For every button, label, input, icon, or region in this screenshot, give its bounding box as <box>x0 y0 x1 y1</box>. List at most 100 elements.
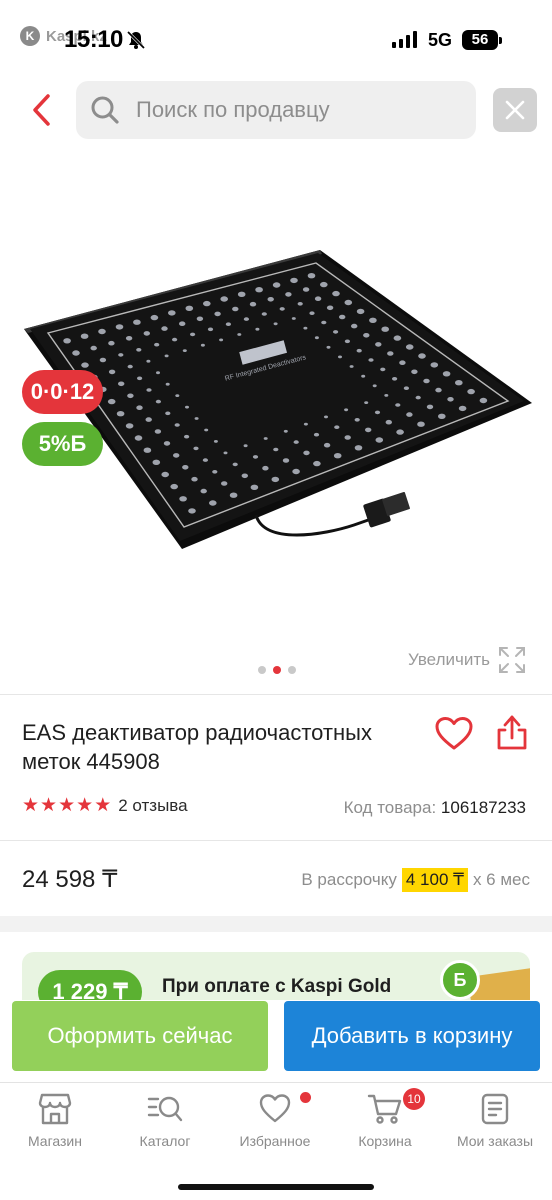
product-dot <box>221 481 228 486</box>
product-dot <box>243 317 249 321</box>
product-dot <box>262 465 269 471</box>
product-dot <box>282 458 290 463</box>
product-dot <box>263 437 268 440</box>
bonus-amount-badge: 1 229 ₸ <box>38 970 142 1000</box>
product-dot <box>136 405 143 410</box>
product-dot <box>209 500 217 506</box>
product-dot <box>203 300 211 307</box>
divider <box>0 840 552 841</box>
search-bar[interactable] <box>76 81 476 139</box>
product-dot <box>455 380 463 386</box>
product-dot <box>223 451 228 455</box>
nav-label-catalog: Каталог <box>139 1133 191 1149</box>
product-dot <box>170 483 178 490</box>
product-dot <box>356 308 365 315</box>
product-dot <box>292 468 300 475</box>
product-dot <box>188 508 196 514</box>
home-indicator <box>178 1184 374 1190</box>
share-icon <box>497 715 527 750</box>
product-dot <box>339 314 346 320</box>
bonus-symbol: Б <box>70 431 87 456</box>
product-dot <box>196 316 204 322</box>
star-icon: ★ <box>58 795 76 816</box>
installment-amount: 4 100 ₸ <box>401 868 468 892</box>
product-dot <box>344 339 350 344</box>
product-dot <box>212 470 218 474</box>
product-dot <box>467 388 475 395</box>
product-dot <box>98 328 106 335</box>
product-dot <box>207 327 214 332</box>
product-dot <box>173 453 180 458</box>
buy-now-button[interactable]: Оформить сейчас <box>12 1001 268 1071</box>
product-dot <box>127 393 134 399</box>
product-dot <box>273 322 278 326</box>
nav-label-cart: Корзина <box>358 1133 412 1149</box>
product-dot <box>344 299 353 306</box>
product-dot <box>438 413 446 419</box>
product-dot <box>146 388 152 392</box>
product-dot <box>143 331 150 336</box>
product-dot <box>213 440 218 443</box>
product-dot <box>344 435 351 440</box>
nav-label-store: Магазин <box>27 1133 82 1149</box>
product-dot <box>249 301 257 307</box>
product-dot <box>447 397 454 402</box>
back-button[interactable] <box>22 88 62 132</box>
favorite-button[interactable] <box>434 716 474 752</box>
product-gallery[interactable]: RF Integrated Deactivators 0·0·12 5%Б <box>0 150 552 690</box>
product-dot <box>261 312 267 316</box>
product-dot <box>314 296 322 301</box>
cellular-signal-icon <box>392 31 417 48</box>
product-dot <box>372 384 377 388</box>
kaspi-gold-promo[interactable]: 1 229 ₸ При оплате с Kaspi Gold Б <box>22 952 530 1000</box>
add-to-cart-button[interactable]: Добавить в корзину <box>284 1001 540 1071</box>
nav-item-favorites[interactable]: Избранное <box>220 1093 330 1149</box>
product-dot <box>302 287 310 292</box>
product-dot <box>458 405 467 412</box>
close-search-button[interactable] <box>493 88 537 132</box>
bottom-navigation: Магазин Каталог Избранное Корзина Мои за… <box>0 1082 552 1200</box>
product-dot <box>375 437 384 443</box>
nav-item-orders[interactable]: Мои заказы <box>440 1093 550 1149</box>
product-dot <box>313 432 320 437</box>
product-dot <box>182 465 189 470</box>
section-separator <box>0 916 552 932</box>
search-input[interactable] <box>136 97 456 123</box>
search-icon <box>91 96 119 124</box>
product-dot <box>185 405 189 409</box>
promo-text: При оплате с Kaspi Gold <box>162 976 392 997</box>
catalog-icon <box>147 1096 183 1122</box>
product-dot <box>385 419 392 425</box>
product-dot <box>297 302 303 306</box>
product-dot <box>332 290 340 297</box>
product-dot <box>179 496 187 502</box>
nav-item-catalog[interactable]: Каталог <box>110 1093 220 1149</box>
heart-icon <box>259 1094 291 1123</box>
product-dot <box>411 369 418 375</box>
product-dot <box>361 374 366 378</box>
rating-row[interactable]: ★ ★ ★ ★ ★ 2 отзыва <box>22 796 188 816</box>
product-dot <box>165 411 171 416</box>
product-dot <box>293 440 299 444</box>
product-dot <box>435 387 442 393</box>
product-dot <box>363 333 370 338</box>
product-dot <box>136 348 142 352</box>
zoom-button[interactable]: Увеличить <box>408 646 526 674</box>
gallery-pagination <box>258 666 296 674</box>
product-dot <box>381 326 390 332</box>
share-button[interactable] <box>494 714 530 752</box>
product-dot <box>165 382 170 386</box>
nav-label-favorites: Избранное <box>239 1133 311 1149</box>
product-dot <box>179 321 186 326</box>
orders-icon <box>481 1093 509 1125</box>
battery-tip <box>499 37 502 44</box>
product-dot <box>307 273 316 279</box>
reviews-link[interactable]: 2 отзыва <box>118 796 187 816</box>
product-dot <box>214 311 221 317</box>
product-dot <box>191 476 198 482</box>
product-dot <box>146 359 151 363</box>
product-dot <box>387 351 394 356</box>
nav-item-store[interactable]: Магазин <box>0 1093 110 1149</box>
product-dot <box>81 362 89 368</box>
product-dot <box>405 344 414 350</box>
